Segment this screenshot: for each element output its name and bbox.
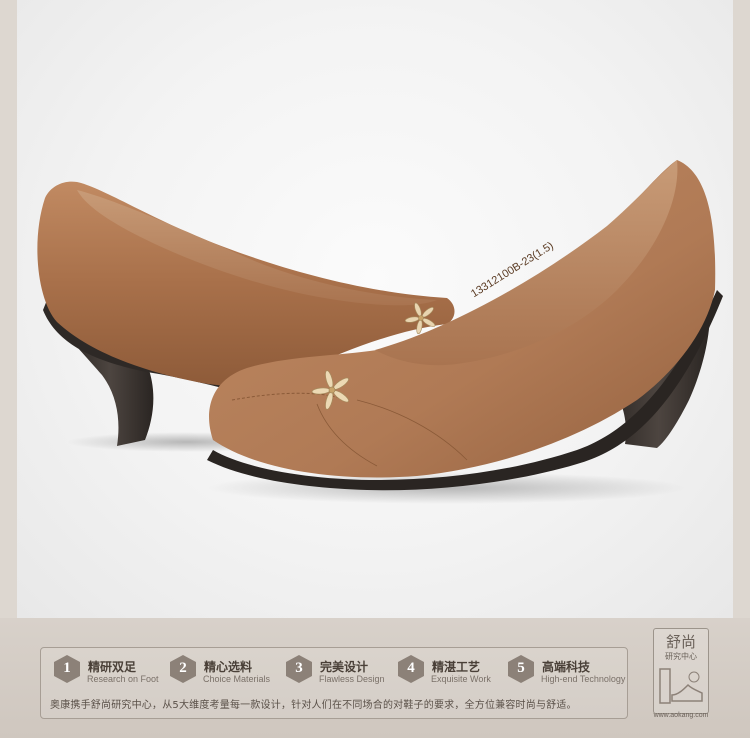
feature-subtitle: High-end Technology: [541, 674, 626, 684]
shoe-outline-icon: [659, 668, 703, 704]
logo-name: 舒尚: [665, 633, 696, 651]
feature-subtitle: Exquisite Work: [431, 674, 491, 684]
feature-subtitle: Flawless Design: [319, 674, 385, 684]
feature-title: 精湛工艺: [432, 660, 481, 674]
shoe-illustration: [37, 160, 723, 504]
logo-subtitle: 研究中心: [665, 652, 697, 661]
feature-list: 1 精研双足 Research on Foot 2 精心选料 Choice Ma…: [52, 652, 632, 692]
number-badge-icon: 4: [396, 654, 426, 684]
number-badge-icon: 2: [168, 654, 198, 684]
feature-description: 奥康携手舒尚研究中心，从5大维度考量每一款设计，针对人们在不同场合的对鞋子的要求…: [50, 700, 577, 711]
website-url: www.aokang.com: [653, 712, 709, 719]
research-center-logo: 舒尚 研究中心: [653, 628, 709, 714]
number-badge-icon: 5: [506, 654, 536, 684]
feature-subtitle: Research on Foot: [87, 674, 159, 684]
number-badge-icon: 1: [52, 654, 82, 684]
feature-title: 精心选料: [204, 660, 253, 674]
page-frame: 13312100B-23(1.5) 1 精研双足 Research on Foo…: [0, 0, 750, 738]
number-badge-icon: 3: [284, 654, 314, 684]
product-photo: 13312100B-23(1.5): [17, 0, 733, 618]
feature-title: 高端科技: [542, 660, 591, 674]
feature-subtitle: Choice Materials: [203, 674, 271, 684]
feature-title: 精研双足: [88, 660, 137, 674]
feature-title: 完美设计: [320, 660, 369, 674]
